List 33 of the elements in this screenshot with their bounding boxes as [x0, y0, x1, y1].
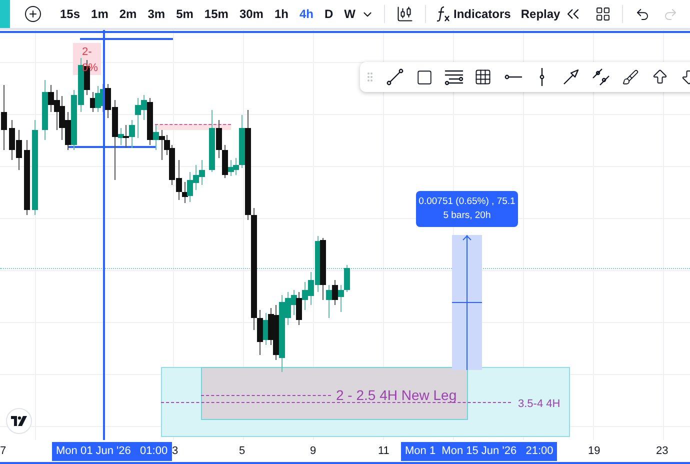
indicators-button[interactable]: Indicators — [434, 2, 513, 26]
interval-button[interactable]: 2m — [115, 2, 141, 26]
parallel-lines-icon[interactable] — [590, 66, 612, 88]
interval-button[interactable]: W — [340, 2, 360, 26]
interval-button[interactable]: 30m — [235, 2, 268, 26]
interval-button[interactable]: 5m — [172, 2, 198, 26]
zone-label: 2 - 2.5 4H New Leg — [336, 386, 457, 405]
candle — [1, 84, 7, 150]
function-icon — [436, 6, 450, 22]
interval-button[interactable]: 15m — [200, 2, 232, 26]
replay-button[interactable]: Replay — [518, 2, 562, 26]
time-label: 19 — [588, 444, 600, 460]
interval-button[interactable]: 1h — [270, 2, 292, 26]
interval-button[interactable]: 15s — [56, 2, 84, 26]
logo-icon[interactable] — [6, 408, 32, 434]
interval-button[interactable]: D — [320, 2, 338, 26]
interval-button[interactable]: 3m — [144, 2, 170, 26]
trend-line-icon[interactable] — [384, 66, 406, 88]
time-label: 5 — [239, 444, 246, 460]
zone-label: 3.5-4 4H — [518, 397, 560, 412]
time-label: 3 — [172, 444, 178, 460]
time-label: 23 — [656, 444, 668, 460]
crosshair-time-label: Mon 1 Mon 15 Jun '26 21:00 — [401, 442, 558, 461]
time-label: 11 — [378, 444, 390, 460]
time-label: 9 — [310, 444, 316, 460]
marker-label: 2- — [82, 45, 92, 60]
measure-bars: 5 bars, 20h — [443, 209, 491, 223]
interval-button[interactable]: 1m — [87, 2, 112, 26]
measure-price: 0.00751 (0.65%) , 75.1 — [418, 195, 516, 209]
add-symbol-button[interactable] — [22, 3, 44, 25]
interval-button[interactable]: 4h — [295, 2, 318, 26]
crosshair-time-label: Mon 01 Jun '26 01:00 — [52, 442, 172, 461]
time-label: 7 — [0, 444, 6, 460]
